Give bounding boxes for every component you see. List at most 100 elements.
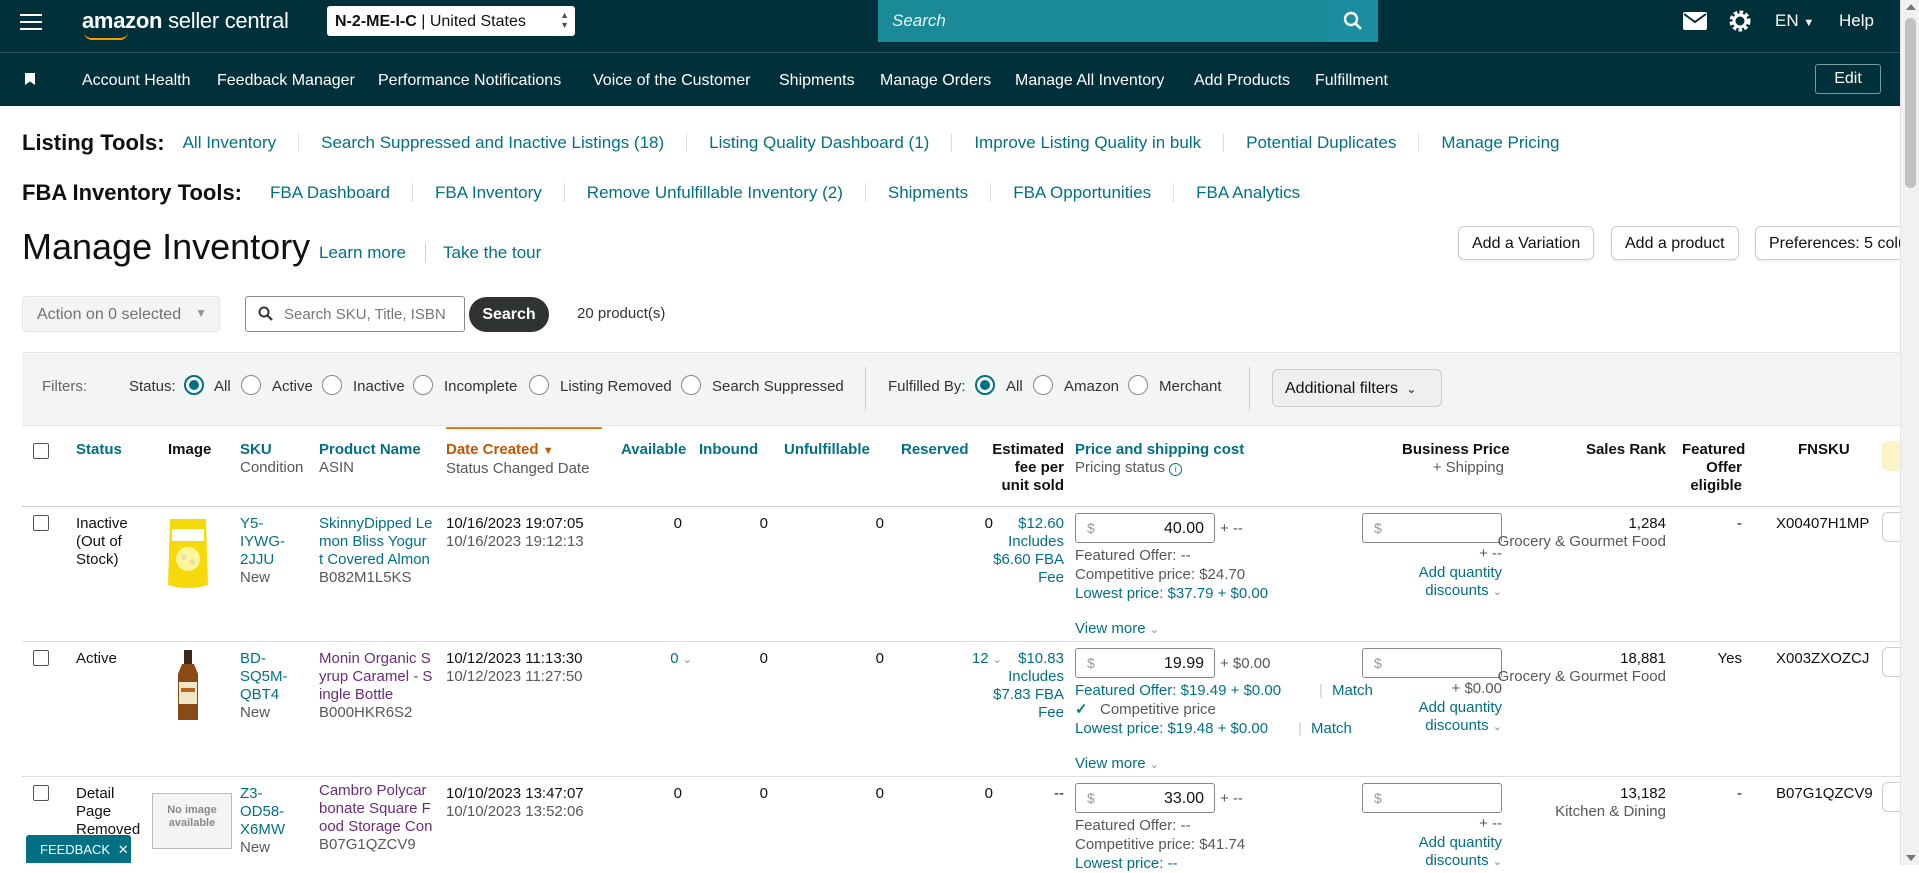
fba-tool-opportunities[interactable]: FBA Opportunities: [991, 183, 1175, 202]
row-checkbox[interactable]: [33, 785, 49, 801]
page-scrollbar[interactable]: [1900, 0, 1919, 865]
search-button[interactable]: Search: [469, 297, 549, 332]
listing-tool-quality-dashboard[interactable]: Listing Quality Dashboard (1): [687, 133, 953, 152]
global-search-input[interactable]: Search: [878, 0, 1328, 42]
fba-tool-shipments[interactable]: Shipments: [865, 183, 992, 202]
row-product-name[interactable]: Monin Organic Syrup Caramel - Single Bot…: [319, 650, 432, 704]
business-price-input[interactable]: $: [1362, 783, 1502, 813]
info-icon[interactable]: i: [1169, 463, 1183, 476]
gear-icon[interactable]: [1728, 9, 1752, 33]
edit-nav-button[interactable]: Edit: [1815, 64, 1881, 94]
match-featured-link[interactable]: Match: [1332, 682, 1373, 700]
fba-tool-remove-unfulfillable[interactable]: Remove Unfulfillable Inventory (2): [564, 183, 866, 202]
feedback-tab[interactable]: FEEDBACK ✕: [26, 835, 131, 863]
row-edit-tab[interactable]: [1882, 782, 1900, 812]
col-product-name[interactable]: Product Name ASIN: [319, 441, 421, 477]
row-lowest-price[interactable]: Lowest price: $37.79 + $0.00: [1075, 585, 1268, 603]
row-estimated-fee[interactable]: $10.83 Includes $7.83 FBA Fee: [982, 650, 1064, 722]
business-price-input[interactable]: $: [1362, 648, 1502, 678]
status-radio-listing-removed[interactable]: [529, 375, 549, 395]
nav-feedback-manager[interactable]: Feedback Manager: [217, 72, 355, 90]
product-image[interactable]: [164, 515, 212, 591]
nav-shipments[interactable]: Shipments: [779, 72, 855, 90]
menu-icon[interactable]: [20, 14, 42, 32]
col-sku[interactable]: SKU Condition: [240, 441, 303, 477]
add-quantity-discounts-link[interactable]: Add quantity discounts ⌄: [1382, 699, 1502, 736]
preferences-button[interactable]: Preferences: 5 colu: [1755, 226, 1900, 260]
col-available[interactable]: Available: [621, 441, 686, 459]
row-sku[interactable]: Y5- IYWG- 2JJU: [240, 515, 285, 569]
account-switcher[interactable]: N-2-ME-I-C | United States ▲ ▼: [327, 6, 575, 36]
fba-tool-analytics[interactable]: FBA Analytics: [1174, 183, 1322, 202]
product-image[interactable]: [168, 648, 208, 724]
select-all-checkbox[interactable]: [33, 443, 49, 459]
nav-manage-all-inventory[interactable]: Manage All Inventory: [1015, 72, 1164, 90]
row-checkbox[interactable]: [33, 515, 49, 531]
col-date-created[interactable]: Date Created ▼ Status Changed Date: [446, 441, 589, 478]
bulk-action-dropdown[interactable]: Action on 0 selected ▼: [22, 296, 220, 332]
business-price-input[interactable]: $: [1362, 513, 1502, 543]
fulfilled-radio-amazon[interactable]: [1033, 375, 1053, 395]
column-tab[interactable]: [1882, 441, 1900, 471]
help-link[interactable]: Help: [1839, 11, 1874, 31]
fulfilled-radio-merchant[interactable]: [1128, 375, 1148, 395]
add-quantity-discounts-link[interactable]: Add quantity discounts ⌄: [1382, 834, 1502, 871]
listing-tool-suppressed[interactable]: Search Suppressed and Inactive Listings …: [299, 133, 688, 152]
col-price[interactable]: Price and shipping cost Pricing status i: [1075, 441, 1244, 477]
nav-add-products[interactable]: Add Products: [1194, 72, 1290, 90]
col-inbound[interactable]: Inbound: [699, 441, 758, 459]
add-product-button[interactable]: Add a product: [1611, 226, 1739, 260]
bookmark-icon[interactable]: [25, 73, 35, 85]
col-unfulfillable[interactable]: Unfulfillable: [784, 441, 870, 459]
row-lowest-price[interactable]: Lowest price: --: [1075, 855, 1178, 873]
additional-filters-button[interactable]: Additional filters ⌄: [1272, 369, 1442, 407]
filters-label: Filters:: [42, 378, 87, 395]
status-radio-inactive[interactable]: [322, 375, 342, 395]
search-icon[interactable]: [1328, 0, 1378, 42]
learn-more-link[interactable]: Learn more: [319, 243, 406, 263]
listing-tool-manage-pricing[interactable]: Manage Pricing: [1419, 133, 1581, 152]
nav-voice-of-customer[interactable]: Voice of the Customer: [593, 72, 750, 90]
row-featured-offer[interactable]: Featured Offer: $19.49 + $0.00: [1075, 682, 1281, 700]
close-icon[interactable]: ✕: [118, 842, 129, 857]
row-sku[interactable]: BD- SQ5M- QBT4: [240, 650, 288, 704]
price-input[interactable]: $33.00: [1075, 783, 1215, 813]
fulfilled-radio-all[interactable]: [975, 375, 995, 395]
col-status[interactable]: Status: [76, 441, 122, 459]
row-checkbox[interactable]: [33, 650, 49, 666]
row-lowest-price[interactable]: Lowest price: $19.48 + $0.00: [1075, 720, 1268, 738]
view-more-link[interactable]: View more ⌄: [1075, 755, 1159, 774]
logo[interactable]: amazon seller central: [82, 8, 289, 34]
match-lowest-link[interactable]: Match: [1311, 720, 1352, 738]
listing-tool-potential-duplicates[interactable]: Potential Duplicates: [1224, 133, 1420, 152]
listing-tool-all-inventory[interactable]: All Inventory: [182, 133, 300, 152]
nav-account-health[interactable]: Account Health: [82, 72, 191, 90]
status-radio-all[interactable]: [184, 375, 204, 395]
language-selector[interactable]: EN ▼: [1775, 11, 1814, 31]
nav-manage-orders[interactable]: Manage Orders: [880, 72, 991, 90]
price-input[interactable]: $40.00: [1075, 513, 1215, 543]
row-estimated-fee[interactable]: $12.60 Includes $6.60 FBA Fee: [982, 515, 1064, 587]
col-reserved[interactable]: Reserved: [901, 441, 969, 459]
listing-tool-improve-quality[interactable]: Improve Listing Quality in bulk: [952, 133, 1225, 152]
row-edit-tab[interactable]: [1882, 647, 1900, 677]
row-sku[interactable]: Z3- OD58- X6MW: [240, 785, 285, 839]
row-edit-tab[interactable]: [1882, 512, 1900, 542]
add-variation-button[interactable]: Add a Variation: [1458, 226, 1595, 260]
take-tour-link[interactable]: Take the tour: [443, 243, 541, 263]
sku-search-input[interactable]: Search SKU, Title, ISBN: [245, 296, 465, 332]
row-product-name[interactable]: Cambro Polycar bonate Square Food Storage…: [319, 782, 432, 836]
fba-tool-inventory[interactable]: FBA Inventory: [413, 183, 565, 202]
nav-performance-notifications[interactable]: Performance Notifications: [378, 72, 561, 90]
view-more-link[interactable]: View more ⌄: [1075, 620, 1159, 639]
price-input[interactable]: $19.99: [1075, 648, 1215, 678]
row-product-name[interactable]: SkinnyDipped Le mon Bliss Yogur t Covered …: [319, 515, 432, 569]
mail-icon[interactable]: [1683, 12, 1707, 30]
status-radio-active[interactable]: [241, 375, 261, 395]
nav-fulfillment[interactable]: Fulfillment: [1315, 72, 1388, 90]
status-radio-search-suppressed[interactable]: [681, 375, 701, 395]
status-radio-incomplete[interactable]: [413, 375, 433, 395]
fba-tool-dashboard[interactable]: FBA Dashboard: [260, 183, 414, 202]
add-quantity-discounts-link[interactable]: Add quantity discounts ⌄: [1382, 564, 1502, 601]
row-available-dropdown[interactable]: 0 ⌄: [644, 650, 692, 669]
